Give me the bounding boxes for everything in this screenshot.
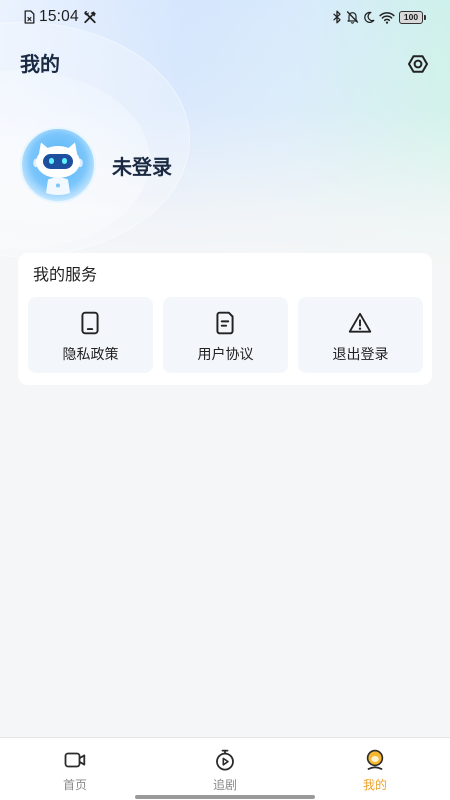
warning-icon — [347, 310, 373, 336]
tab-home[interactable]: 首页 — [0, 738, 150, 794]
tools-icon — [83, 10, 97, 24]
moon-icon — [363, 11, 375, 24]
login-status[interactable]: 未登录 — [112, 154, 172, 182]
document-icon — [212, 310, 238, 336]
mine-face-icon — [363, 748, 387, 772]
privacy-policy-button[interactable]: 隐私政策 — [28, 297, 153, 373]
battery-level: 100 — [403, 12, 419, 22]
avatar[interactable] — [20, 127, 96, 203]
tab-mine-label: 我的 — [362, 778, 387, 792]
tablet-icon — [77, 310, 103, 336]
status-bar-left: 15:04 — [24, 0, 97, 34]
file-icon — [24, 10, 35, 24]
user-agreement-label: 用户协议 — [197, 346, 254, 362]
wifi-icon — [379, 11, 395, 24]
video-camera-icon — [63, 748, 87, 772]
tab-home-label: 首页 — [62, 778, 87, 792]
home-indicator[interactable] — [135, 795, 315, 799]
logout-button[interactable]: 退出登录 — [298, 297, 423, 373]
tab-mine[interactable]: 我的 — [300, 738, 450, 794]
status-bar: 15:04 100 — [0, 0, 450, 34]
bluetooth-icon — [333, 10, 342, 24]
mine-screen: 15:04 100 我的 未登录 我的服务 隐私政策 用户协议 退出登录 首页 … — [0, 0, 450, 800]
logout-label: 退出登录 — [332, 346, 389, 362]
my-services-title: 我的服务 — [33, 267, 98, 284]
battery-icon: 100 — [399, 10, 426, 24]
settings-button[interactable] — [405, 51, 431, 77]
my-services-card: 我的服务 隐私政策 用户协议 退出登录 — [18, 253, 432, 385]
status-time: 15:04 — [39, 8, 79, 25]
settings-icon — [406, 52, 430, 76]
tab-drama[interactable]: 追剧 — [150, 738, 300, 794]
status-bar-right: 100 — [333, 0, 426, 34]
tab-drama-label: 追剧 — [212, 778, 237, 792]
page-title: 我的 — [20, 54, 60, 76]
bottom-tab-bar: 首页 追剧 我的 — [0, 737, 450, 800]
robot-avatar — [20, 127, 96, 203]
privacy-policy-label: 隐私政策 — [62, 346, 119, 362]
timer-play-icon — [213, 748, 237, 772]
bell-off-icon — [346, 10, 359, 24]
user-agreement-button[interactable]: 用户协议 — [163, 297, 288, 373]
